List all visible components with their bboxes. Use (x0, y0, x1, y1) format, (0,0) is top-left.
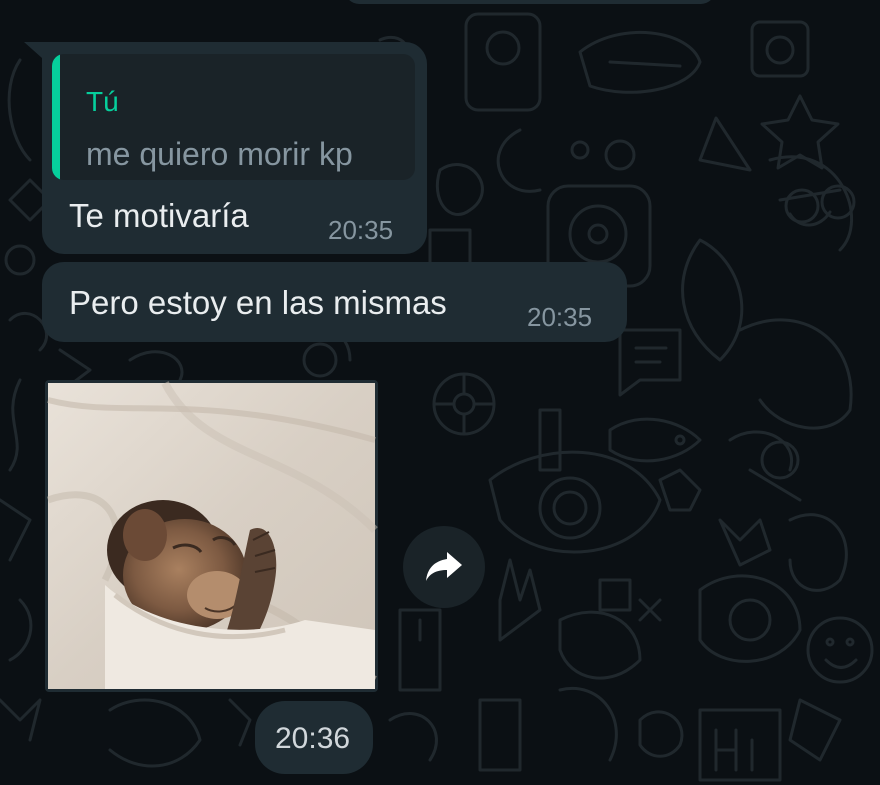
forward-button[interactable] (403, 526, 485, 608)
quote-accent-bar (52, 54, 60, 180)
quoted-author: Tú (86, 86, 119, 117)
sleeping-monkey-photo[interactable] (45, 380, 378, 692)
message-time: 20:35 (527, 302, 593, 332)
image-message-time: 20:36 (275, 722, 351, 755)
forward-arrow-icon (426, 552, 462, 581)
previous-message-edge (345, 0, 715, 4)
image-message[interactable] (45, 380, 378, 692)
image-time-badge: 20:36 (255, 701, 373, 774)
quoted-message[interactable]: Tú me quiero morir kp (52, 54, 415, 180)
message-text: Pero estoy en las mismas (69, 284, 447, 321)
message-text: Te motivaría (69, 197, 249, 234)
quoted-text: me quiero morir kp (86, 136, 353, 172)
reply-message-bubble[interactable]: Tú me quiero morir kp Te motivaría 20:35 (24, 42, 427, 254)
message-time: 20:35 (328, 215, 394, 245)
message-bubble[interactable]: Pero estoy en las mismas 20:35 (42, 262, 627, 342)
